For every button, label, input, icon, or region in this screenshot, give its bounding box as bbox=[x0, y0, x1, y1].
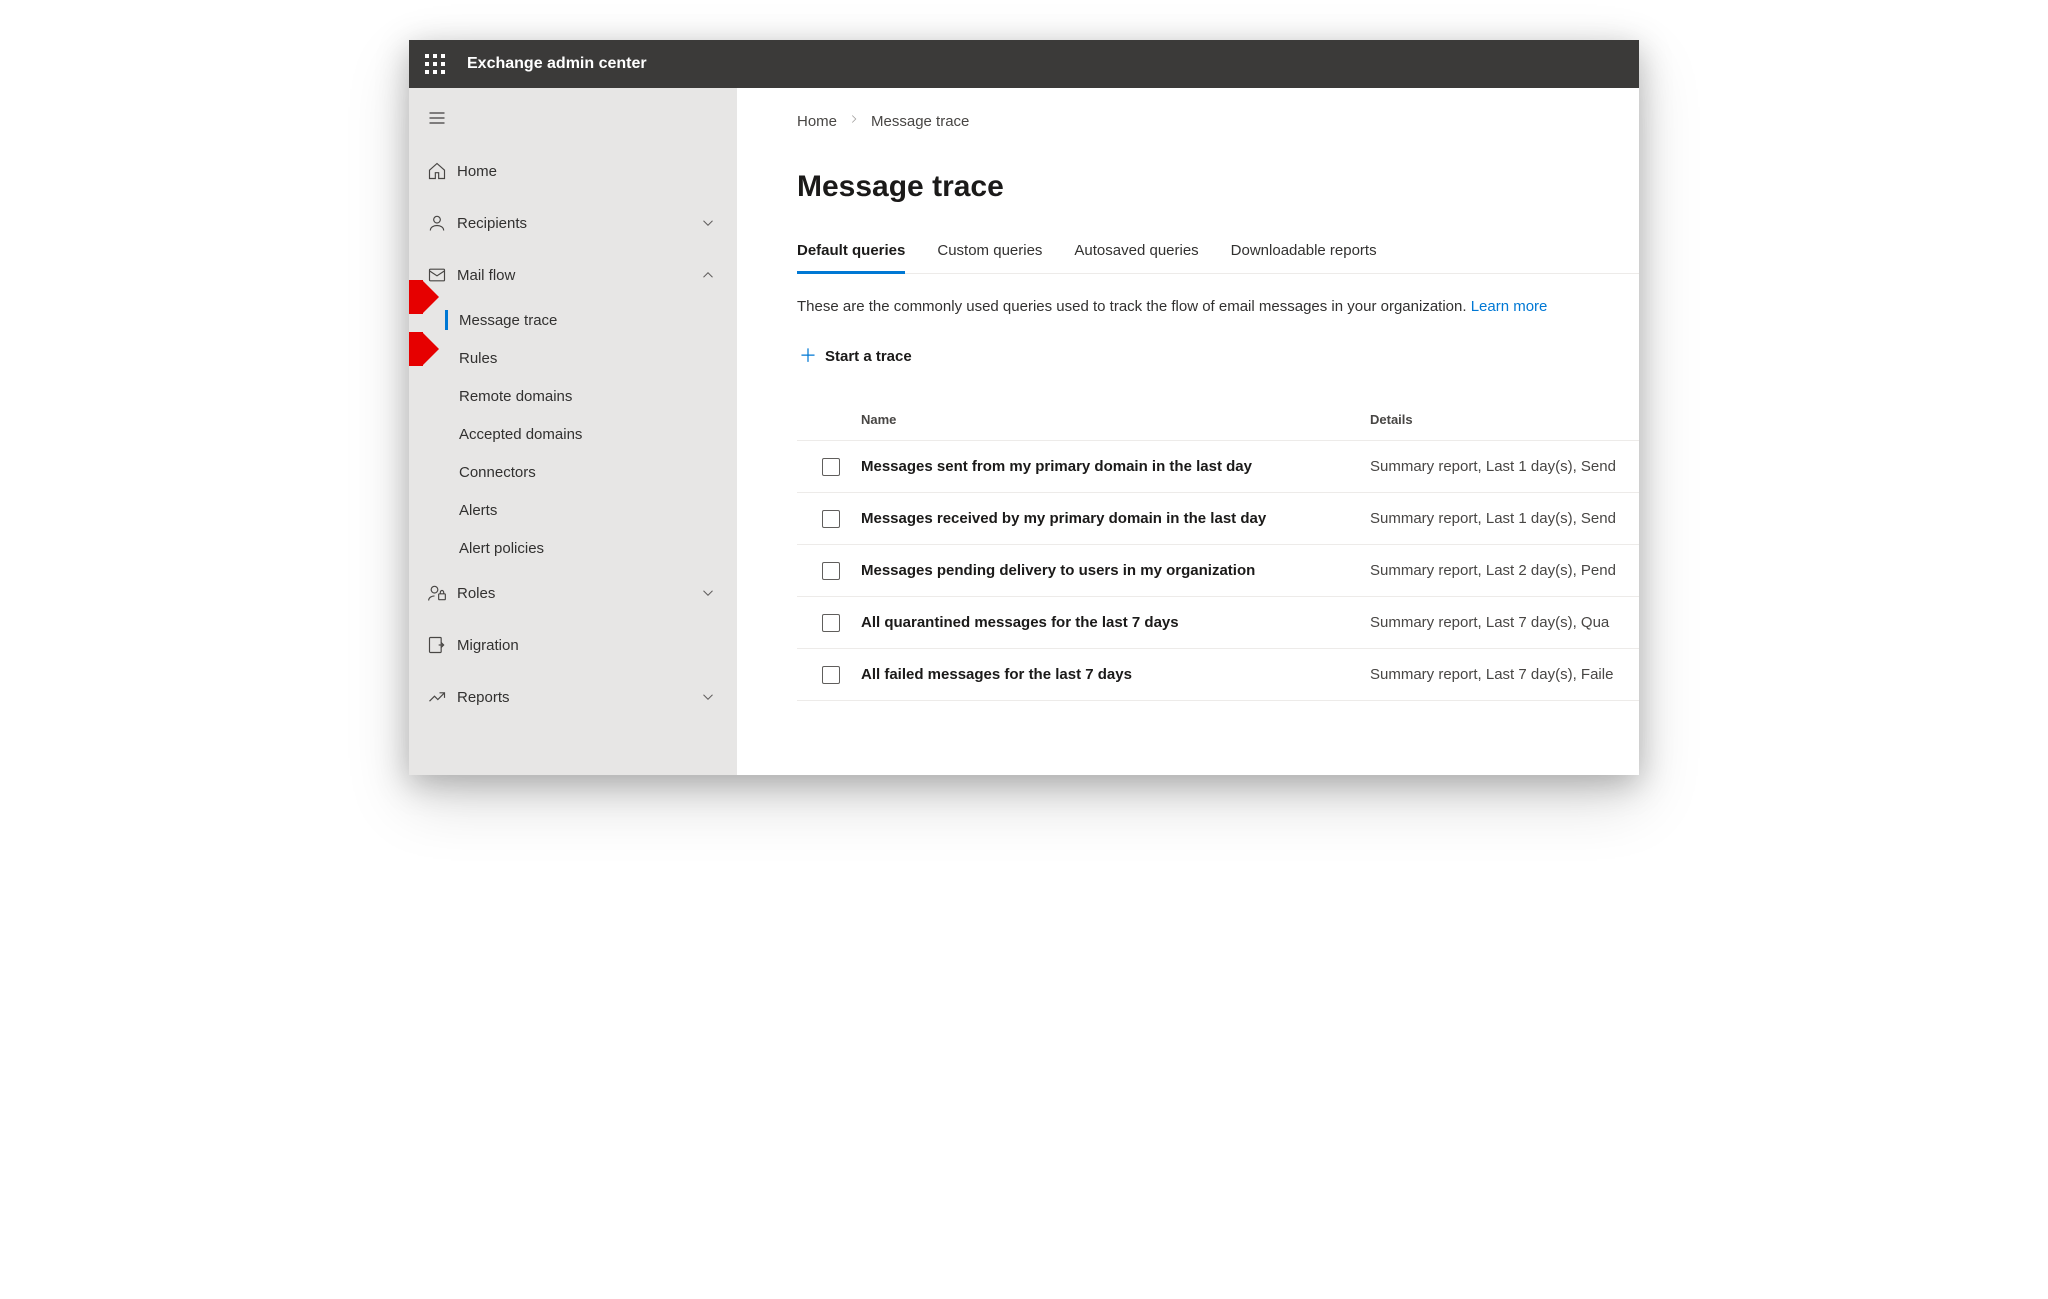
row-name: Messages sent from my primary domain in … bbox=[861, 458, 1370, 475]
row-checkbox[interactable] bbox=[822, 510, 840, 528]
tab-downloadable-reports[interactable]: Downloadable reports bbox=[1231, 242, 1377, 273]
migration-icon bbox=[427, 635, 447, 655]
breadcrumb: Home Message trace bbox=[797, 112, 1639, 130]
sidebar-sub-label: Alert policies bbox=[459, 540, 544, 557]
row-details: Summary report, Last 1 day(s), Send bbox=[1370, 510, 1635, 527]
sidebar-sub-label: Message trace bbox=[459, 312, 557, 329]
breadcrumb-home[interactable]: Home bbox=[797, 113, 837, 130]
start-trace-button[interactable]: ＋ Start a trace bbox=[797, 341, 914, 371]
sidebar-item-migration[interactable]: Migration bbox=[409, 619, 737, 671]
sidebar-item-label: Home bbox=[457, 163, 717, 180]
learn-more-link[interactable]: Learn more bbox=[1471, 298, 1548, 315]
app-launcher-icon[interactable] bbox=[425, 54, 445, 74]
sidebar-sub-alert-policies[interactable]: Alert policies bbox=[409, 529, 737, 567]
table-header: Name Details bbox=[797, 399, 1639, 441]
row-name: Messages pending delivery to users in my… bbox=[861, 562, 1370, 579]
sidebar-sub-alerts[interactable]: Alerts bbox=[409, 491, 737, 529]
reports-icon bbox=[427, 687, 447, 707]
row-name: All failed messages for the last 7 days bbox=[861, 666, 1370, 683]
table-row[interactable]: Messages pending delivery to users in my… bbox=[797, 545, 1639, 597]
sidebar-sub-label: Rules bbox=[459, 350, 497, 367]
chevron-up-icon bbox=[699, 265, 717, 285]
sidebar-item-roles[interactable]: Roles bbox=[409, 567, 737, 619]
sidebar-sub-rules[interactable]: Rules bbox=[409, 339, 737, 377]
row-details: Summary report, Last 1 day(s), Send bbox=[1370, 458, 1635, 475]
table-row[interactable]: Messages received by my primary domain i… bbox=[797, 493, 1639, 545]
row-details: Summary report, Last 7 day(s), Faile bbox=[1370, 666, 1635, 683]
sidebar-sub-label: Accepted domains bbox=[459, 426, 582, 443]
sidebar: Home Recipients Mail flow Message trace … bbox=[409, 88, 737, 775]
annotation-1: 1 bbox=[409, 280, 423, 314]
tab-list: Default queries Custom queries Autosaved… bbox=[797, 242, 1639, 274]
breadcrumb-current: Message trace bbox=[871, 113, 969, 130]
sidebar-sub-label: Alerts bbox=[459, 502, 497, 519]
table-row[interactable]: Messages sent from my primary domain in … bbox=[797, 441, 1639, 493]
app-body: 1 2 Home Recipients Mail flow bbox=[409, 88, 1639, 775]
table-row[interactable]: All quarantined messages for the last 7 … bbox=[797, 597, 1639, 649]
chevron-down-icon bbox=[699, 213, 717, 233]
app-header: Exchange admin center bbox=[409, 40, 1639, 88]
row-checkbox[interactable] bbox=[822, 666, 840, 684]
person-icon bbox=[427, 213, 447, 233]
sidebar-sub-accepted-domains[interactable]: Accepted domains bbox=[409, 415, 737, 453]
row-checkbox[interactable] bbox=[822, 562, 840, 580]
sidebar-item-home[interactable]: Home bbox=[409, 145, 737, 197]
sidebar-item-label: Migration bbox=[457, 637, 717, 654]
chevron-down-icon bbox=[699, 687, 717, 707]
tab-autosaved-queries[interactable]: Autosaved queries bbox=[1074, 242, 1198, 273]
sidebar-sub-label: Connectors bbox=[459, 464, 536, 481]
sidebar-sub-remote-domains[interactable]: Remote domains bbox=[409, 377, 737, 415]
column-header-details[interactable]: Details bbox=[1370, 412, 1635, 427]
home-icon bbox=[427, 161, 447, 181]
row-checkbox[interactable] bbox=[822, 614, 840, 632]
plus-icon: ＋ bbox=[799, 347, 817, 365]
app-window: Exchange admin center 1 2 Home Recipient… bbox=[409, 40, 1639, 775]
row-name: All quarantined messages for the last 7 … bbox=[861, 614, 1370, 631]
chevron-right-icon bbox=[847, 112, 861, 130]
queries-table: Name Details Messages sent from my prima… bbox=[797, 399, 1639, 701]
table-row[interactable]: All failed messages for the last 7 days … bbox=[797, 649, 1639, 701]
sidebar-item-mailflow[interactable]: Mail flow bbox=[409, 249, 737, 301]
sidebar-item-label: Recipients bbox=[457, 215, 699, 232]
sidebar-sub-message-trace[interactable]: Message trace bbox=[409, 301, 737, 339]
sidebar-item-label: Roles bbox=[457, 585, 699, 602]
page-title: Message trace bbox=[797, 170, 1639, 204]
sidebar-item-reports[interactable]: Reports bbox=[409, 671, 737, 723]
hamburger-icon bbox=[427, 108, 447, 128]
tab-custom-queries[interactable]: Custom queries bbox=[937, 242, 1042, 273]
start-trace-label: Start a trace bbox=[825, 348, 912, 365]
sidebar-item-recipients[interactable]: Recipients bbox=[409, 197, 737, 249]
sidebar-item-label: Reports bbox=[457, 689, 699, 706]
row-details: Summary report, Last 7 day(s), Qua bbox=[1370, 614, 1635, 631]
sidebar-item-label: Mail flow bbox=[457, 267, 699, 284]
main-content: Home Message trace Message trace Default… bbox=[737, 88, 1639, 775]
app-title: Exchange admin center bbox=[467, 55, 647, 73]
column-header-name[interactable]: Name bbox=[861, 412, 1370, 427]
sidebar-toggle[interactable] bbox=[409, 96, 737, 145]
row-checkbox[interactable] bbox=[822, 458, 840, 476]
roles-icon bbox=[427, 583, 447, 603]
chevron-down-icon bbox=[699, 583, 717, 603]
row-details: Summary report, Last 2 day(s), Pend bbox=[1370, 562, 1635, 579]
tab-description: These are the commonly used queries used… bbox=[797, 298, 1639, 315]
row-name: Messages received by my primary domain i… bbox=[861, 510, 1370, 527]
sidebar-sub-connectors[interactable]: Connectors bbox=[409, 453, 737, 491]
sidebar-sub-label: Remote domains bbox=[459, 388, 572, 405]
tab-default-queries[interactable]: Default queries bbox=[797, 242, 905, 273]
annotation-2: 2 bbox=[409, 332, 423, 366]
